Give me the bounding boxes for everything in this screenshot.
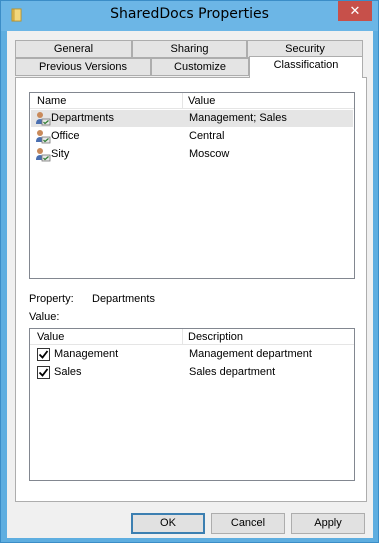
tab-classification[interactable]: Classification xyxy=(249,56,363,78)
column-header-value[interactable]: Value xyxy=(32,329,64,345)
column-header-value[interactable]: Value xyxy=(183,93,215,109)
properties-dialog: SharedDocs Properties ✕ General Sharing … xyxy=(0,0,379,543)
close-button[interactable]: ✕ xyxy=(338,1,372,21)
checkmark-icon xyxy=(38,350,49,359)
properties-list-header: Name Value xyxy=(30,93,354,109)
title-bar[interactable]: SharedDocs Properties ✕ xyxy=(1,1,378,31)
column-header-description[interactable]: Description xyxy=(183,329,243,345)
tab-general[interactable]: General xyxy=(15,40,132,58)
property-value: Moscow xyxy=(189,148,230,160)
property-name: Sity xyxy=(51,148,70,160)
property-row-departments[interactable]: Departments Management; Sales xyxy=(31,110,353,127)
values-list[interactable]: Value Description Management Management … xyxy=(29,328,355,481)
cancel-button[interactable]: Cancel xyxy=(211,513,285,534)
close-icon: ✕ xyxy=(349,3,361,18)
value-row-management[interactable]: Management Management department xyxy=(31,346,353,363)
dialog-client-area: General Sharing Security Previous Versio… xyxy=(7,31,373,538)
column-header-name[interactable]: Name xyxy=(32,93,66,109)
management-checkbox[interactable] xyxy=(37,348,50,361)
classification-property-icon xyxy=(36,112,51,126)
tab-previous-versions[interactable]: Previous Versions xyxy=(15,58,151,76)
sales-checkbox[interactable] xyxy=(37,366,50,379)
ok-button[interactable]: OK xyxy=(131,513,205,534)
property-name-value: Departments xyxy=(92,293,155,305)
property-name: Office xyxy=(51,130,80,142)
value-name: Management xyxy=(54,348,119,360)
value-row-sales[interactable]: Sales Sales department xyxy=(31,364,353,381)
value-name: Sales xyxy=(54,366,82,378)
tab-sharing[interactable]: Sharing xyxy=(132,40,247,58)
value-label: Value: xyxy=(29,311,60,323)
classification-property-icon xyxy=(36,130,51,144)
classification-panel: Name Value Departments Management; Sales xyxy=(15,77,367,502)
property-name: Departments xyxy=(51,112,114,124)
property-value: Central xyxy=(189,130,225,142)
classification-property-icon xyxy=(36,148,51,162)
apply-button[interactable]: Apply xyxy=(291,513,365,534)
property-value: Management; Sales xyxy=(189,112,287,124)
window-title: SharedDocs Properties xyxy=(110,6,269,22)
property-row-sity[interactable]: Sity Moscow xyxy=(31,146,353,163)
value-description: Sales department xyxy=(189,366,276,378)
tab-customize[interactable]: Customize xyxy=(151,58,249,76)
property-label: Property: xyxy=(29,293,74,305)
property-row-office[interactable]: Office Central xyxy=(31,128,353,145)
properties-list[interactable]: Name Value Departments Management; Sales xyxy=(29,92,355,279)
checkmark-icon xyxy=(38,368,49,377)
values-list-header: Value Description xyxy=(30,329,354,345)
value-description: Management department xyxy=(189,348,312,360)
